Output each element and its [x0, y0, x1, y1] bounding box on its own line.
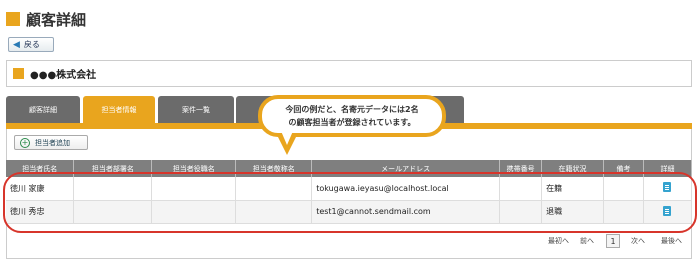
- callout-line-2: の顧客担当者が登録されています。: [288, 118, 416, 127]
- add-contact-button[interactable]: + 担当者追加: [14, 135, 88, 150]
- pager-last[interactable]: 最後へ: [661, 236, 682, 246]
- pager-prev[interactable]: 前へ: [580, 236, 594, 246]
- callout-line-1: 今回の例だと、名寄元データには2名: [285, 105, 419, 114]
- back-button-label: 戻る: [23, 40, 40, 49]
- pager-current-page[interactable]: 1: [606, 234, 620, 248]
- tab-contact-info[interactable]: 担当者情報: [83, 96, 155, 123]
- highlight-oval: [3, 172, 697, 233]
- callout-tail-inner: [281, 131, 293, 145]
- add-contact-label: 担当者追加: [35, 138, 70, 147]
- back-button[interactable]: ◀ 戻る: [8, 37, 54, 52]
- company-square-icon: [13, 68, 24, 79]
- tab-project-list[interactable]: 案件一覧: [158, 96, 234, 123]
- pager-first[interactable]: 最初へ: [548, 236, 569, 246]
- page-header: 顧客詳細: [6, 8, 86, 30]
- tab-customer-detail[interactable]: 顧客詳細: [6, 96, 80, 123]
- page-title: 顧客詳細: [26, 10, 87, 29]
- company-header: ●●●株式会社: [6, 60, 692, 87]
- pager-next[interactable]: 次へ: [631, 236, 645, 246]
- company-name: ●●●株式会社: [30, 70, 97, 81]
- title-square-icon: [6, 12, 20, 26]
- back-arrow-icon: ◀: [13, 39, 20, 50]
- plus-icon: +: [20, 137, 30, 148]
- tab-bar: 顧客詳細 担当者情報 案件一覧: [6, 96, 237, 123]
